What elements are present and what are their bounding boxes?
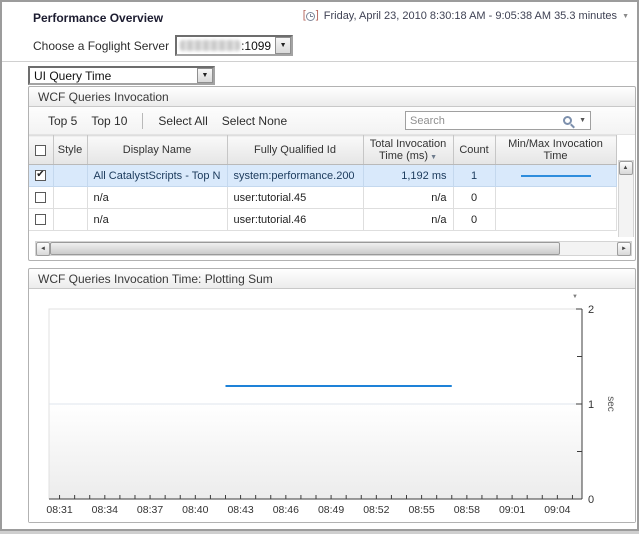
select-all-checkbox[interactable] bbox=[35, 145, 46, 156]
chevron-down-icon[interactable]: ▼ bbox=[622, 13, 629, 20]
cell-display-name: All CatalystScripts - Top N bbox=[87, 165, 227, 187]
clock-icon bbox=[303, 10, 319, 22]
table-row[interactable]: n/auser:tutorial.46n/a0 bbox=[29, 209, 616, 231]
table-cell bbox=[29, 187, 53, 209]
svg-text:0: 0 bbox=[588, 494, 594, 506]
cell-fully-qualified-id: user:tutorial.45 bbox=[227, 187, 363, 209]
svg-text:08:52: 08:52 bbox=[363, 504, 389, 516]
search-box[interactable]: ▼ bbox=[405, 111, 591, 130]
top5-button[interactable]: Top 5 bbox=[41, 112, 84, 130]
svg-text:sec: sec bbox=[605, 396, 616, 412]
cell-minmax bbox=[495, 165, 616, 187]
svg-text:08:58: 08:58 bbox=[454, 504, 480, 516]
plotting-sum-panel: WCF Queries Invocation Time: Plotting Su… bbox=[28, 268, 636, 523]
top10-button[interactable]: Top 10 bbox=[84, 112, 134, 130]
table-header-row: Style Display Name Fully Qualified Id To… bbox=[29, 136, 616, 165]
search-input[interactable] bbox=[406, 115, 563, 127]
server-label: Choose a Foglight Server bbox=[33, 39, 169, 53]
row-checkbox[interactable] bbox=[35, 170, 46, 181]
minmax-sparkline bbox=[521, 175, 591, 177]
svg-text:08:34: 08:34 bbox=[92, 504, 118, 516]
svg-text:08:40: 08:40 bbox=[182, 504, 208, 516]
row-checkbox[interactable] bbox=[35, 214, 46, 225]
cell-count: 0 bbox=[453, 209, 495, 231]
performance-overview-window: Performance Overview Friday, April 23, 2… bbox=[0, 0, 639, 531]
query-type-value: UI Query Time bbox=[34, 69, 111, 83]
table-panel-title: WCF Queries Invocation bbox=[29, 87, 635, 107]
scroll-up-button[interactable]: ▲ bbox=[619, 161, 633, 175]
select-none-button[interactable]: Select None bbox=[215, 112, 294, 130]
select-all-button[interactable]: Select All bbox=[151, 112, 214, 130]
table-row[interactable]: All CatalystScripts - Top Nsystem:perfor… bbox=[29, 165, 616, 187]
svg-text:09:04: 09:04 bbox=[544, 504, 570, 516]
search-icon[interactable] bbox=[563, 116, 572, 125]
svg-text:08:55: 08:55 bbox=[408, 504, 434, 516]
column-fully-qualified-id[interactable]: Fully Qualified Id bbox=[227, 136, 363, 165]
horizontal-scroll-track[interactable] bbox=[560, 242, 617, 255]
table-area: Style Display Name Fully Qualified Id To… bbox=[29, 135, 635, 237]
cell-total-invocation-time: n/a bbox=[363, 209, 453, 231]
cell-display-name: n/a bbox=[87, 209, 227, 231]
toolbar-divider bbox=[142, 113, 143, 129]
page-title: Performance Overview bbox=[33, 11, 163, 25]
wcf-queries-invocation-panel: WCF Queries Invocation Top 5 Top 10 Sele… bbox=[28, 86, 636, 261]
search-options-caret-icon[interactable]: ▼ bbox=[579, 117, 586, 124]
queries-table: Style Display Name Fully Qualified Id To… bbox=[29, 135, 617, 231]
server-select-dropdown-button[interactable]: ▼ bbox=[275, 37, 291, 54]
server-port: :1099 bbox=[241, 39, 271, 53]
svg-text:08:46: 08:46 bbox=[273, 504, 299, 516]
column-count[interactable]: Count bbox=[453, 136, 495, 165]
header-divider bbox=[2, 61, 637, 62]
svg-text:08:31: 08:31 bbox=[46, 504, 72, 516]
column-display-name[interactable]: Display Name bbox=[87, 136, 227, 165]
cell-minmax bbox=[495, 187, 616, 209]
time-series-chart: 0 1 2 sec 08:31 08:34 08:37 08:40 08:43 08:46 08:4… bbox=[29, 289, 635, 522]
column-total-invocation-time[interactable]: Total Invocation Time (ms)▼ bbox=[363, 136, 453, 165]
vertical-scrollbar[interactable]: ▲ ▼ bbox=[618, 160, 634, 237]
column-style[interactable]: Style bbox=[53, 136, 87, 165]
cell-fully-qualified-id: user:tutorial.46 bbox=[227, 209, 363, 231]
table-cell bbox=[53, 165, 87, 187]
svg-text:08:43: 08:43 bbox=[227, 504, 253, 516]
svg-text:08:49: 08:49 bbox=[318, 504, 344, 516]
svg-text:1: 1 bbox=[588, 399, 594, 411]
table-cell bbox=[53, 187, 87, 209]
horizontal-scrollbar[interactable]: ◄ ► bbox=[35, 241, 632, 256]
time-range-text: Friday, April 23, 2010 8:30:18 AM - 9:05… bbox=[324, 10, 617, 22]
row-checkbox[interactable] bbox=[35, 192, 46, 203]
top-header: Performance Overview Friday, April 23, 2… bbox=[2, 2, 637, 32]
table-toolbar: Top 5 Top 10 Select All Select None ▼ bbox=[29, 107, 635, 135]
scroll-right-button[interactable]: ► bbox=[617, 242, 631, 256]
column-minmax[interactable]: Min/Max Invocation Time bbox=[495, 136, 616, 165]
chart-panel-title: WCF Queries Invocation Time: Plotting Su… bbox=[29, 269, 635, 289]
scroll-left-button[interactable]: ◄ bbox=[36, 242, 50, 256]
svg-text:2: 2 bbox=[588, 304, 594, 316]
query-type-dropdown-button[interactable]: ▼ bbox=[197, 68, 213, 83]
server-select[interactable]: :1099 ▼ bbox=[175, 35, 293, 56]
cell-total-invocation-time: 1,192 ms bbox=[363, 165, 453, 187]
chart-area: ▼ 012sec08:3108:3408:3708:4008:4308:4608… bbox=[29, 289, 635, 522]
table-row[interactable]: n/auser:tutorial.45n/a0 bbox=[29, 187, 616, 209]
query-type-select[interactable]: UI Query Time ▼ bbox=[28, 66, 215, 85]
header-checkbox-cell[interactable] bbox=[29, 136, 53, 165]
cell-count: 1 bbox=[453, 165, 495, 187]
svg-text:08:37: 08:37 bbox=[137, 504, 163, 516]
horizontal-scroll-thumb[interactable] bbox=[50, 242, 560, 255]
cell-minmax bbox=[495, 209, 616, 231]
cell-display-name: n/a bbox=[87, 187, 227, 209]
cell-fully-qualified-id: system:performance.200 bbox=[227, 165, 363, 187]
table-cell bbox=[29, 209, 53, 231]
table-cell bbox=[53, 209, 87, 231]
vertical-scroll-track[interactable] bbox=[619, 175, 633, 237]
cell-total-invocation-time: n/a bbox=[363, 187, 453, 209]
cell-count: 0 bbox=[453, 187, 495, 209]
svg-text:09:01: 09:01 bbox=[499, 504, 525, 516]
table-cell bbox=[29, 165, 53, 187]
redacted-server-name bbox=[180, 40, 240, 51]
sort-desc-icon: ▼ bbox=[430, 154, 437, 161]
server-row: Choose a Foglight Server :1099 ▼ bbox=[33, 35, 293, 56]
time-range-selector[interactable]: Friday, April 23, 2010 8:30:18 AM - 9:05… bbox=[303, 10, 629, 22]
